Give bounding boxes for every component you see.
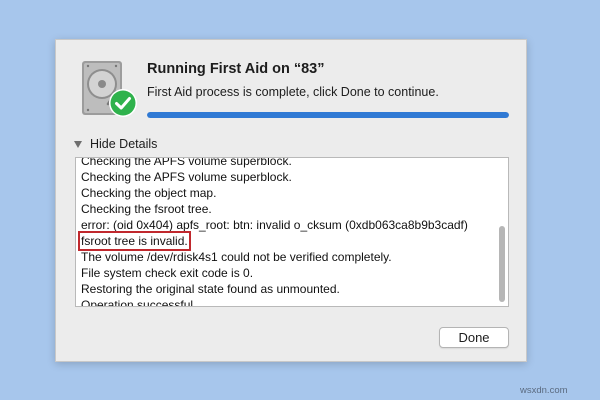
log-line: Checking the APFS volume superblock. xyxy=(81,157,292,168)
green-checkmark-icon xyxy=(109,89,137,117)
dialog-title: Running First Aid on “83” xyxy=(147,61,325,77)
watermark: wsxdn.com xyxy=(520,385,568,396)
log-line: The volume /dev/rdisk4s1 could not be ve… xyxy=(81,250,392,264)
log-line: Checking the fsroot tree. xyxy=(81,202,212,216)
progress-bar-fill xyxy=(147,112,509,118)
log-line: Checking the object map. xyxy=(81,186,217,200)
hide-details-label[interactable]: Hide Details xyxy=(90,137,157,151)
log-line-highlighted: fsroot tree is invalid. xyxy=(78,231,191,251)
progress-bar xyxy=(147,112,509,118)
log-scrollbar[interactable] xyxy=(497,160,506,304)
hide-details-toggle[interactable]: Hide Details xyxy=(74,136,157,152)
log-line: Restoring the original state found as un… xyxy=(81,282,340,296)
log-scrollbar-thumb[interactable] xyxy=(499,226,505,302)
log-line: Operation successful. xyxy=(81,298,197,307)
disclosure-triangle-down-icon[interactable] xyxy=(74,140,82,148)
log-lines: Checking the APFS volume superblock. Che… xyxy=(78,157,490,307)
log-line: File system check exit code is 0. xyxy=(81,266,254,280)
log-line: error: (oid 0x404) apfs_root: btn: inval… xyxy=(81,218,468,232)
done-button[interactable]: Done xyxy=(439,327,509,348)
log-line: Checking the APFS volume superblock. xyxy=(81,170,292,184)
hard-disk-icon xyxy=(82,61,137,117)
first-aid-dialog: Running First Aid on “83” First Aid proc… xyxy=(55,39,527,362)
dialog-subtitle: First Aid process is complete, click Don… xyxy=(147,85,439,99)
details-log[interactable]: Checking the APFS volume superblock. Che… xyxy=(75,157,509,307)
